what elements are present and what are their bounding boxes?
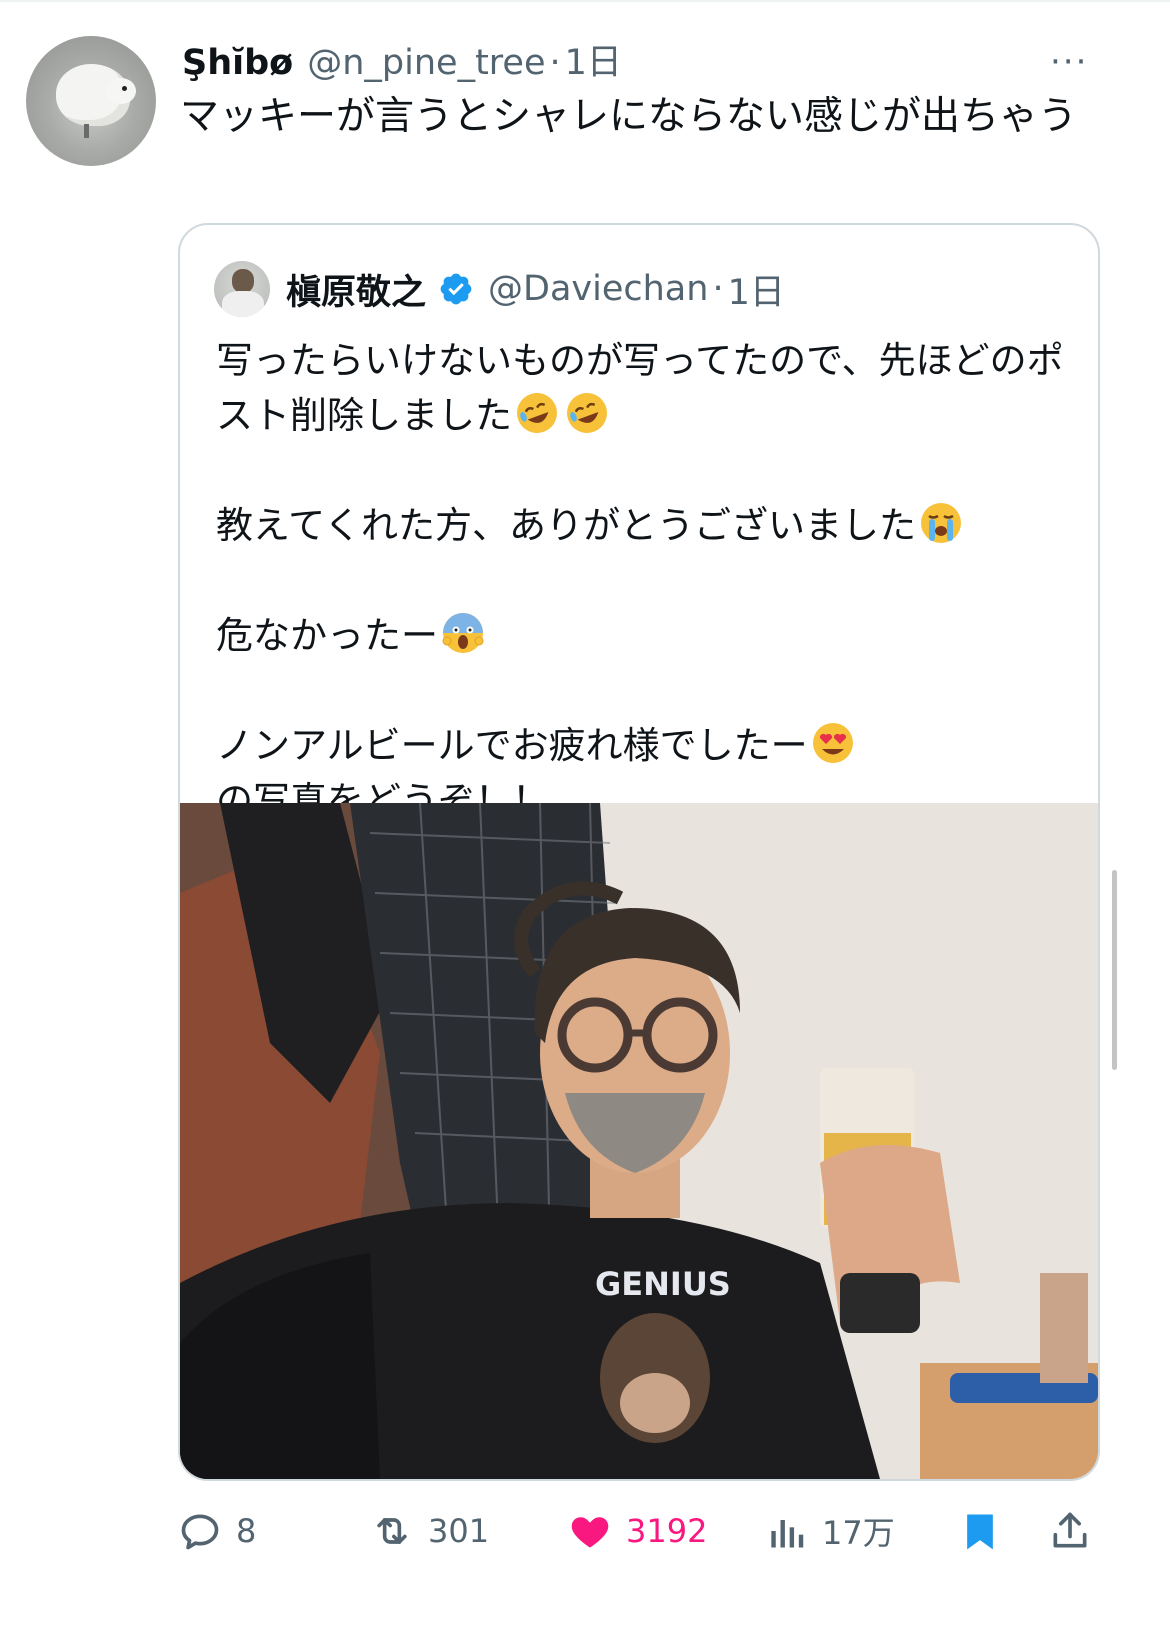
photo-illustration: GENIUS (180, 803, 1098, 1479)
ptarmigan-bird-eye (122, 86, 127, 91)
tweet-action-bar: 8 301 3192 17万 (0, 1496, 1170, 1566)
screaming-emoji-icon (442, 613, 484, 653)
author-name[interactable]: Şhĭbø (182, 43, 293, 83)
author-avatar[interactable] (26, 36, 156, 166)
quoted-paragraph-1: 写ったらいけないものが写ってたので、先ほどのポスト削除しました (216, 333, 1076, 443)
more-options-icon[interactable]: ··· (1050, 42, 1088, 82)
quoted-line-4: ノンアルビールでお疲れ様でしたー (216, 724, 808, 767)
views-count: 17万 (822, 1514, 895, 1552)
tweet-time[interactable]: 1日 (565, 34, 622, 85)
quoted-line-1: 写ったらいけないものが写ってたので、先ほどのポスト削除しました (216, 339, 1064, 437)
like-button[interactable]: 3192 (568, 1496, 707, 1566)
ptarmigan-bird-leg (84, 124, 89, 138)
quoted-author-name[interactable]: 槇原敬之 (286, 264, 426, 315)
loudly-crying-emoji-icon (921, 503, 962, 543)
views-icon (771, 1520, 804, 1548)
quoted-author-avatar[interactable] (214, 261, 270, 317)
shirt-print-text: GENIUS (595, 1265, 731, 1303)
heart-eyes-emoji-icon (812, 723, 853, 763)
share-icon (1053, 1512, 1087, 1548)
rofl-emoji-icon (567, 393, 607, 433)
views-button[interactable]: 17万 (764, 1496, 895, 1566)
reply-button[interactable]: 8 (178, 1496, 256, 1566)
avatar-body (222, 291, 264, 317)
retweet-button[interactable]: 301 (370, 1496, 489, 1566)
avatar-head (232, 269, 254, 293)
tweet-text: マッキーが言うとシャレにならない感じが出ちゃう (180, 94, 1078, 139)
quoted-tweet-time[interactable]: 1日 (728, 264, 785, 315)
tweet-header: Şhĭbø @n_pine_tree · 1日 (182, 34, 622, 84)
quoted-tweet-text: 写ったらいけないものが写ってたので、先ほどのポスト削除しました 教えてくれた方、… (216, 333, 1076, 828)
quoted-header-separator: · (712, 269, 724, 309)
like-count: 3192 (626, 1512, 708, 1550)
quoted-tweet-card[interactable]: 槇原敬之 @Daviechan · 1日 写ったらいけないものが写ってたので、先… (178, 223, 1100, 1481)
rofl-emoji-icon (517, 393, 557, 433)
header-separator: · (549, 43, 561, 83)
retweet-count: 301 (428, 1512, 490, 1550)
top-divider (0, 0, 1170, 2)
bookmark-button[interactable] (958, 1496, 1002, 1566)
quoted-tweet-header: 槇原敬之 @Daviechan · 1日 (214, 259, 785, 319)
verified-badge-icon (440, 273, 472, 305)
author-handle[interactable]: @n_pine_tree (307, 43, 545, 83)
retweet-icon (377, 1518, 407, 1544)
quoted-tweet-photo[interactable]: GENIUS (180, 803, 1098, 1479)
quoted-paragraph-2: 教えてくれた方、ありがとうございました (216, 498, 1076, 553)
scrollbar[interactable] (1112, 870, 1117, 1070)
reply-count: 8 (236, 1512, 257, 1550)
heart-icon (571, 1517, 609, 1548)
quoted-line-3: 危なかったー (216, 614, 438, 657)
quoted-line-2: 教えてくれた方、ありがとうございました (216, 504, 917, 547)
quoted-paragraph-3: 危なかったー (216, 608, 1076, 663)
quoted-author-handle[interactable]: @Daviechan (488, 269, 708, 309)
bookmark-icon (967, 1514, 993, 1550)
reply-icon (181, 1514, 219, 1550)
ptarmigan-bird-head (106, 78, 136, 104)
share-button[interactable] (1048, 1496, 1092, 1566)
